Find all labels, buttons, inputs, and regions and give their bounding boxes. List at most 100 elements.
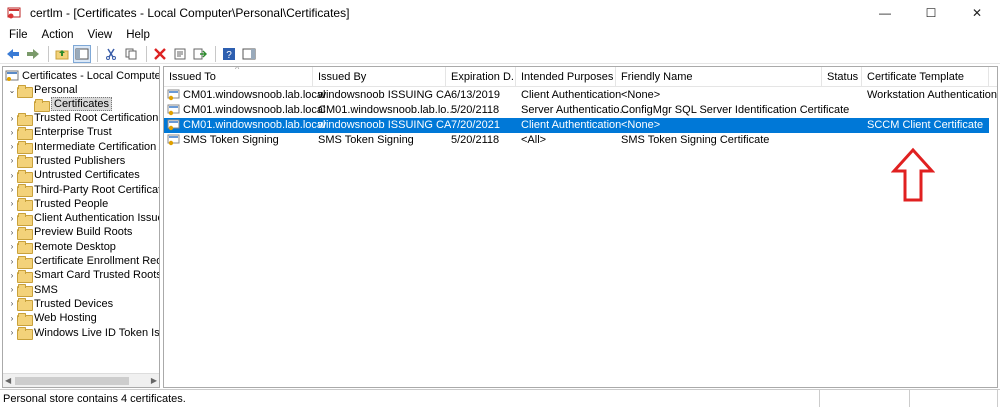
menu-action[interactable]: Action (35, 29, 81, 41)
properties-icon[interactable] (171, 45, 189, 63)
table-row[interactable]: CM01.windowsnoob.lab.local windowsnoob IS… (164, 118, 989, 133)
tree-item-certificates[interactable]: Certificates (34, 97, 113, 112)
cell-issued-by: SMS Token Signing (318, 134, 414, 146)
tree-item-store[interactable]: › Intermediate Certification Au (7, 140, 159, 155)
tree-item-store[interactable]: › SMS (7, 283, 58, 298)
export-list-icon[interactable] (191, 45, 209, 63)
tree-item-store[interactable]: › Client Authentication Issuers (7, 211, 159, 226)
menu-help[interactable]: Help (119, 29, 157, 41)
forward-arrow-icon[interactable] (24, 45, 42, 63)
expand-chevron-icon[interactable]: › (7, 183, 17, 197)
cell-purposes: <All> (521, 134, 547, 146)
show-hide-tree-icon[interactable] (73, 44, 91, 63)
cell-template: SCCM Client Certificate (867, 119, 984, 131)
tree-item-store[interactable]: › Trusted People (7, 197, 108, 212)
tree-item-personal[interactable]: ⌄ Personal (7, 83, 77, 98)
column-intended-purposes[interactable]: Intended Purposes (516, 67, 616, 87)
cell-issued-to: CM01.windowsnoob.lab.local (183, 89, 326, 101)
certificate-store-icon (5, 70, 19, 82)
copy-icon[interactable] (122, 45, 140, 63)
folder-icon (17, 284, 33, 298)
status-bar: Personal store contains 4 certificates. (0, 389, 1000, 407)
column-certificate-template[interactable]: Certificate Template (862, 67, 989, 87)
expand-chevron-icon[interactable]: › (7, 240, 17, 254)
table-row[interactable]: CM01.windowsnoob.lab.local CM01.windowsno… (164, 103, 989, 118)
menu-bar: File Action View Help (0, 26, 1000, 44)
tree-item-store[interactable]: ›Certificate Enrollment Reques (7, 254, 159, 269)
action-pane-icon[interactable] (240, 45, 258, 63)
tree-item-store[interactable]: › Enterprise Trust (7, 125, 112, 140)
tree-horizontal-scrollbar[interactable]: ◀ ▶ (3, 373, 159, 387)
column-expiration-date[interactable]: Expiration D... (446, 67, 516, 87)
table-row[interactable]: CM01.windowsnoob.lab.local windowsnoob IS… (164, 88, 997, 103)
tree-item-store[interactable]: ›Windows Live ID Token Issuer (7, 326, 159, 340)
annotation-up-arrow-icon (891, 147, 935, 202)
tree-item-store[interactable]: › Smart Card Trusted Roots (7, 268, 159, 283)
svg-text:?: ? (226, 50, 232, 60)
scroll-right-icon[interactable]: ▶ (151, 376, 157, 385)
toolbar: ? (0, 44, 1000, 64)
expand-chevron-icon[interactable]: › (7, 125, 17, 139)
cell-expiration: 6/13/2019 (451, 89, 500, 101)
cell-issued-by: CM01.windowsnoob.lab.lo... (318, 104, 456, 116)
folder-icon (17, 226, 33, 240)
tree-item-store[interactable]: ›Trusted Root Certification Au (7, 111, 159, 126)
up-folder-icon[interactable] (53, 45, 71, 63)
tree-item-store[interactable]: › Untrusted Certificates (7, 168, 140, 183)
tree-item-store[interactable]: › Preview Build Roots (7, 225, 132, 240)
maximize-button[interactable]: ☐ (908, 0, 954, 26)
help-icon[interactable]: ? (220, 45, 238, 63)
menu-view[interactable]: View (81, 29, 120, 41)
certificate-list[interactable]: Issued To ^ Issued By Expiration D... Int… (163, 66, 998, 388)
expand-chevron-icon[interactable]: › (7, 154, 17, 168)
toolbar-separator (48, 45, 49, 62)
scrollbar-thumb[interactable] (15, 377, 129, 385)
column-issued-to[interactable]: Issued To ^ (164, 67, 313, 87)
expand-chevron-icon[interactable]: › (7, 211, 17, 225)
folder-icon (17, 298, 33, 312)
minimize-button[interactable]: — (862, 0, 908, 26)
expand-chevron-icon[interactable]: › (7, 283, 17, 297)
console-tree[interactable]: Certificates - Local Computer ⌄ Personal… (2, 66, 160, 388)
collapse-chevron-icon[interactable]: ⌄ (7, 83, 17, 97)
toolbar-separator (146, 45, 147, 62)
cell-friendly: <None> (621, 89, 661, 101)
delete-icon[interactable] (151, 45, 169, 63)
menu-file[interactable]: File (2, 29, 35, 41)
cell-issued-by: windowsnoob ISSUING CA (318, 89, 452, 101)
expand-chevron-icon[interactable]: › (7, 140, 17, 154)
close-button[interactable]: ✕ (954, 0, 1000, 26)
tree-item-store[interactable]: › Web Hosting (7, 311, 97, 326)
expand-chevron-icon[interactable]: › (7, 326, 17, 340)
expand-chevron-icon[interactable]: › (7, 311, 17, 325)
expand-chevron-icon[interactable]: › (7, 297, 17, 311)
column-status[interactable]: Status (822, 67, 862, 87)
folder-icon (17, 84, 33, 98)
tree-item-store[interactable]: ›Third-Party Root Certification (7, 183, 159, 197)
table-row[interactable]: SMS Token Signing SMS Token Signing 5/20/2… (164, 133, 989, 148)
folder-icon (17, 112, 33, 126)
tree-item-store[interactable]: › Trusted Publishers (7, 154, 125, 169)
tree-item-store[interactable]: › Trusted Devices (7, 297, 113, 312)
folder-icon (17, 212, 33, 226)
cell-template: Workstation Authentication (867, 89, 998, 101)
certificate-icon (167, 89, 180, 101)
title-bar: certlm - [Certificates - Local Computer\… (0, 0, 1000, 26)
cut-icon[interactable] (102, 45, 120, 63)
status-segment (820, 390, 910, 407)
sort-ascending-icon: ^ (235, 67, 240, 74)
expand-chevron-icon[interactable]: › (7, 168, 17, 182)
column-friendly-name[interactable]: Friendly Name (616, 67, 822, 87)
folder-icon (17, 141, 33, 155)
folder-icon (17, 184, 33, 197)
scroll-left-icon[interactable]: ◀ (5, 376, 11, 385)
expand-chevron-icon[interactable]: › (7, 225, 17, 239)
expand-chevron-icon[interactable]: › (7, 254, 17, 268)
expand-chevron-icon[interactable]: › (7, 197, 17, 211)
expand-chevron-icon[interactable]: › (7, 111, 17, 125)
back-arrow-icon[interactable] (4, 45, 22, 63)
tree-root[interactable]: Certificates - Local Computer (5, 69, 159, 83)
tree-item-store[interactable]: › Remote Desktop (7, 240, 116, 255)
column-issued-by[interactable]: Issued By (313, 67, 446, 87)
expand-chevron-icon[interactable]: › (7, 268, 17, 282)
